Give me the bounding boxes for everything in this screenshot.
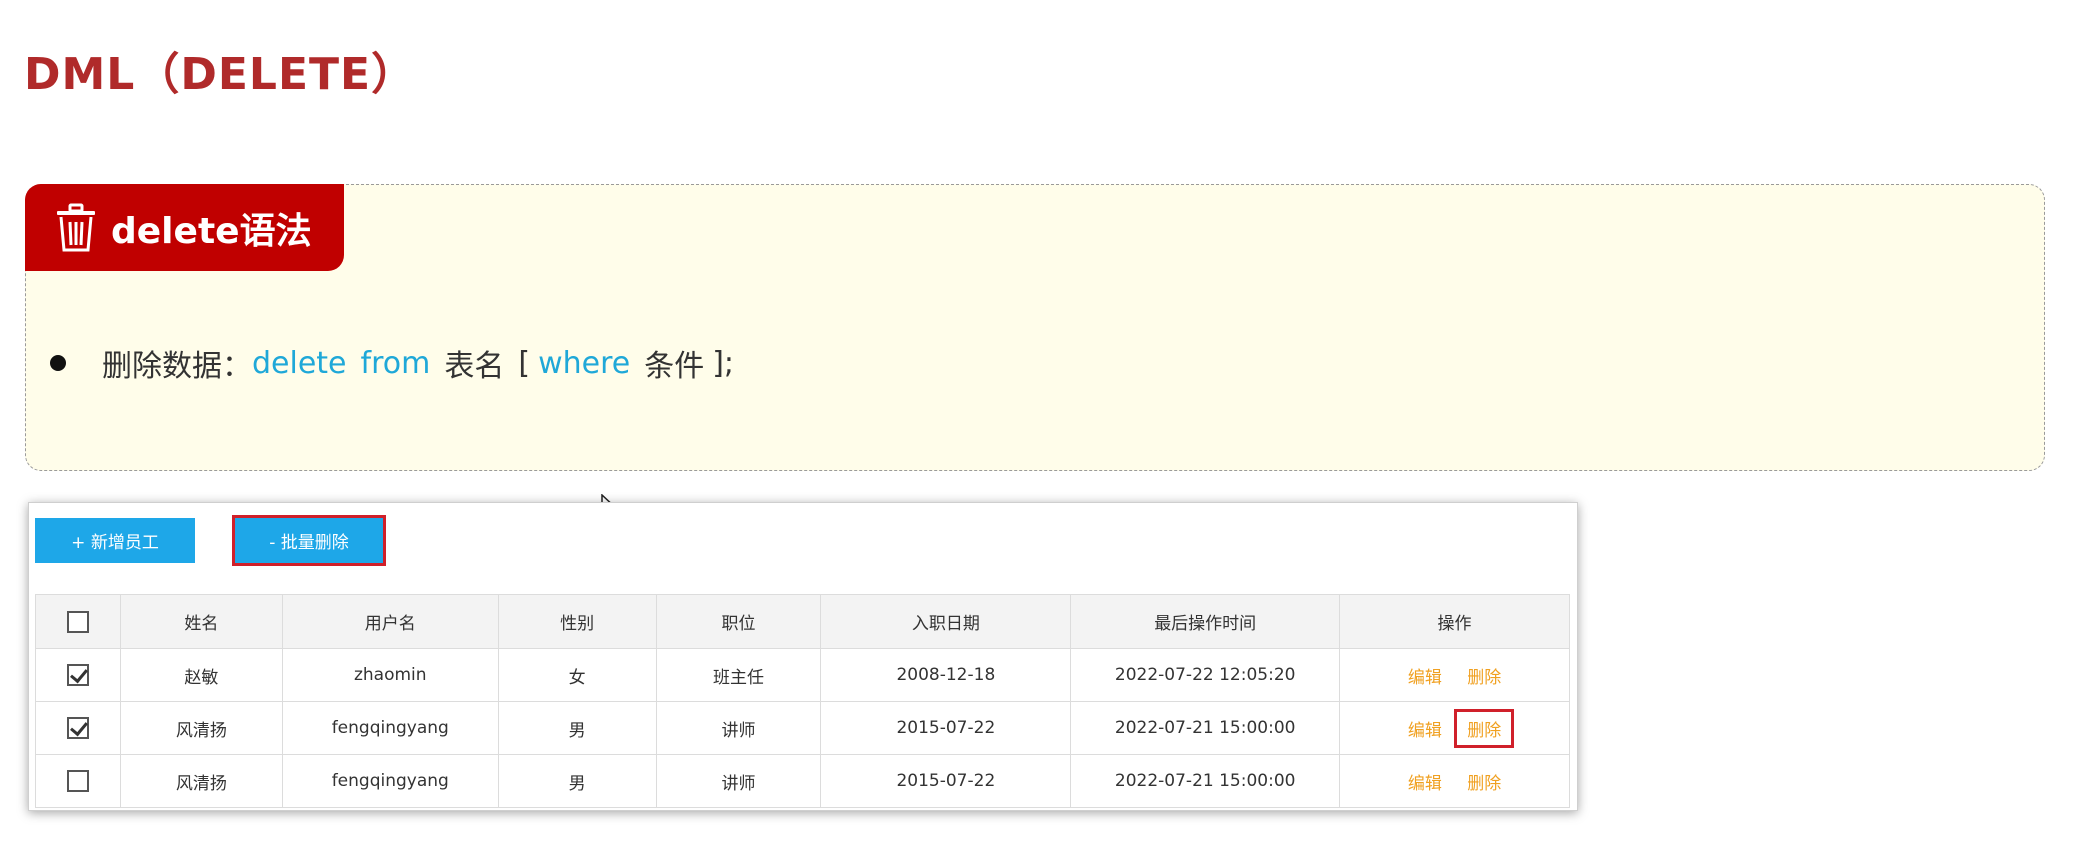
- row-checkbox[interactable]: [66, 717, 89, 739]
- table-row: 赵敏 zhaomin 女 班主任 2008-12-18 2022-07-22 1…: [35, 648, 1570, 702]
- cell-gender: 男: [497, 754, 657, 808]
- keyword-where: where: [538, 345, 631, 381]
- cell-actions: 编辑 删除: [1339, 754, 1570, 808]
- employee-table: 姓名 用户名 性别 职位 入职日期 最后操作时间 操作 赵敏 zhaomin 女…: [35, 594, 1570, 808]
- table-row: 风清扬 fengqingyang 男 讲师 2015-07-22 2022-07…: [35, 701, 1570, 755]
- page-title: DML（DELETE）: [24, 49, 417, 100]
- row-checkbox[interactable]: [66, 770, 89, 792]
- cell-last-op: 2022-07-21 15:00:00: [1070, 701, 1341, 755]
- cell-actions: 编辑 删除: [1339, 701, 1570, 755]
- keyword-delete: delete: [252, 345, 347, 381]
- syntax-box: delete语法 删除数据： delete from 表名 [ where 条件…: [25, 184, 2045, 471]
- edit-link[interactable]: 编辑: [1398, 712, 1452, 745]
- delete-link-highlighted[interactable]: 删除: [1454, 708, 1515, 748]
- cell-name: 风清扬: [119, 754, 283, 808]
- cell-position: 讲师: [655, 754, 822, 808]
- cell-last-op: 2022-07-22 12:05:20: [1070, 648, 1341, 702]
- cell-username: zhaomin: [281, 648, 499, 702]
- syntax-label: 删除数据：: [102, 349, 252, 384]
- edit-link[interactable]: 编辑: [1398, 659, 1452, 692]
- row-checkbox[interactable]: [66, 664, 89, 686]
- cell-position: 讲师: [655, 701, 822, 755]
- select-all-checkbox[interactable]: [66, 610, 89, 633]
- table-row: 风清扬 fengqingyang 男 讲师 2015-07-22 2022-07…: [35, 754, 1570, 808]
- header-last-op-time: 最后操作时间: [1070, 594, 1341, 649]
- syntax-condition: 条件: [644, 349, 705, 384]
- cell-gender: 女: [497, 648, 657, 702]
- cell-entry-date: 2008-12-18: [820, 648, 1072, 702]
- employee-panel: + 新增员工 - 批量删除 姓名 用户名 性别 职位 入职日期 最后操作时间 操…: [28, 502, 1578, 811]
- trash-icon: [55, 203, 97, 253]
- header-username: 用户名: [281, 594, 499, 649]
- header-name: 姓名: [119, 594, 283, 649]
- syntax-header-title: delete语法: [111, 210, 312, 252]
- cell-entry-date: 2015-07-22: [820, 701, 1072, 755]
- syntax-bracket-close: ];: [712, 345, 735, 381]
- table-header-row: 姓名 用户名 性别 职位 入职日期 最后操作时间 操作: [35, 594, 1570, 649]
- delete-link[interactable]: 删除: [1457, 765, 1511, 798]
- header-position: 职位: [655, 594, 822, 649]
- cell-name: 风清扬: [119, 701, 283, 755]
- syntax-header: delete语法: [25, 184, 344, 271]
- cell-name: 赵敏: [119, 648, 283, 702]
- cell-username: fengqingyang: [281, 701, 499, 755]
- header-entry-date: 入职日期: [820, 594, 1072, 649]
- cell-actions: 编辑 删除: [1339, 648, 1570, 702]
- header-gender: 性别: [497, 594, 657, 649]
- bullet-icon: [50, 355, 66, 371]
- cell-last-op: 2022-07-21 15:00:00: [1070, 754, 1341, 808]
- syntax-table: 表名: [444, 349, 505, 384]
- add-employee-button[interactable]: + 新增员工: [35, 518, 195, 563]
- cell-entry-date: 2015-07-22: [820, 754, 1072, 808]
- delete-link[interactable]: 删除: [1457, 659, 1511, 692]
- header-actions: 操作: [1339, 594, 1570, 649]
- cell-gender: 男: [497, 701, 657, 755]
- batch-delete-button[interactable]: - 批量删除: [232, 515, 386, 566]
- syntax-bracket-open: [: [518, 345, 531, 381]
- syntax-line: 删除数据： delete from 表名 [ where 条件 ];: [50, 343, 735, 384]
- select-all-cell[interactable]: [35, 594, 121, 649]
- cell-username: fengqingyang: [281, 754, 499, 808]
- cell-position: 班主任: [655, 648, 822, 702]
- edit-link[interactable]: 编辑: [1398, 765, 1452, 798]
- keyword-from: from: [360, 345, 431, 381]
